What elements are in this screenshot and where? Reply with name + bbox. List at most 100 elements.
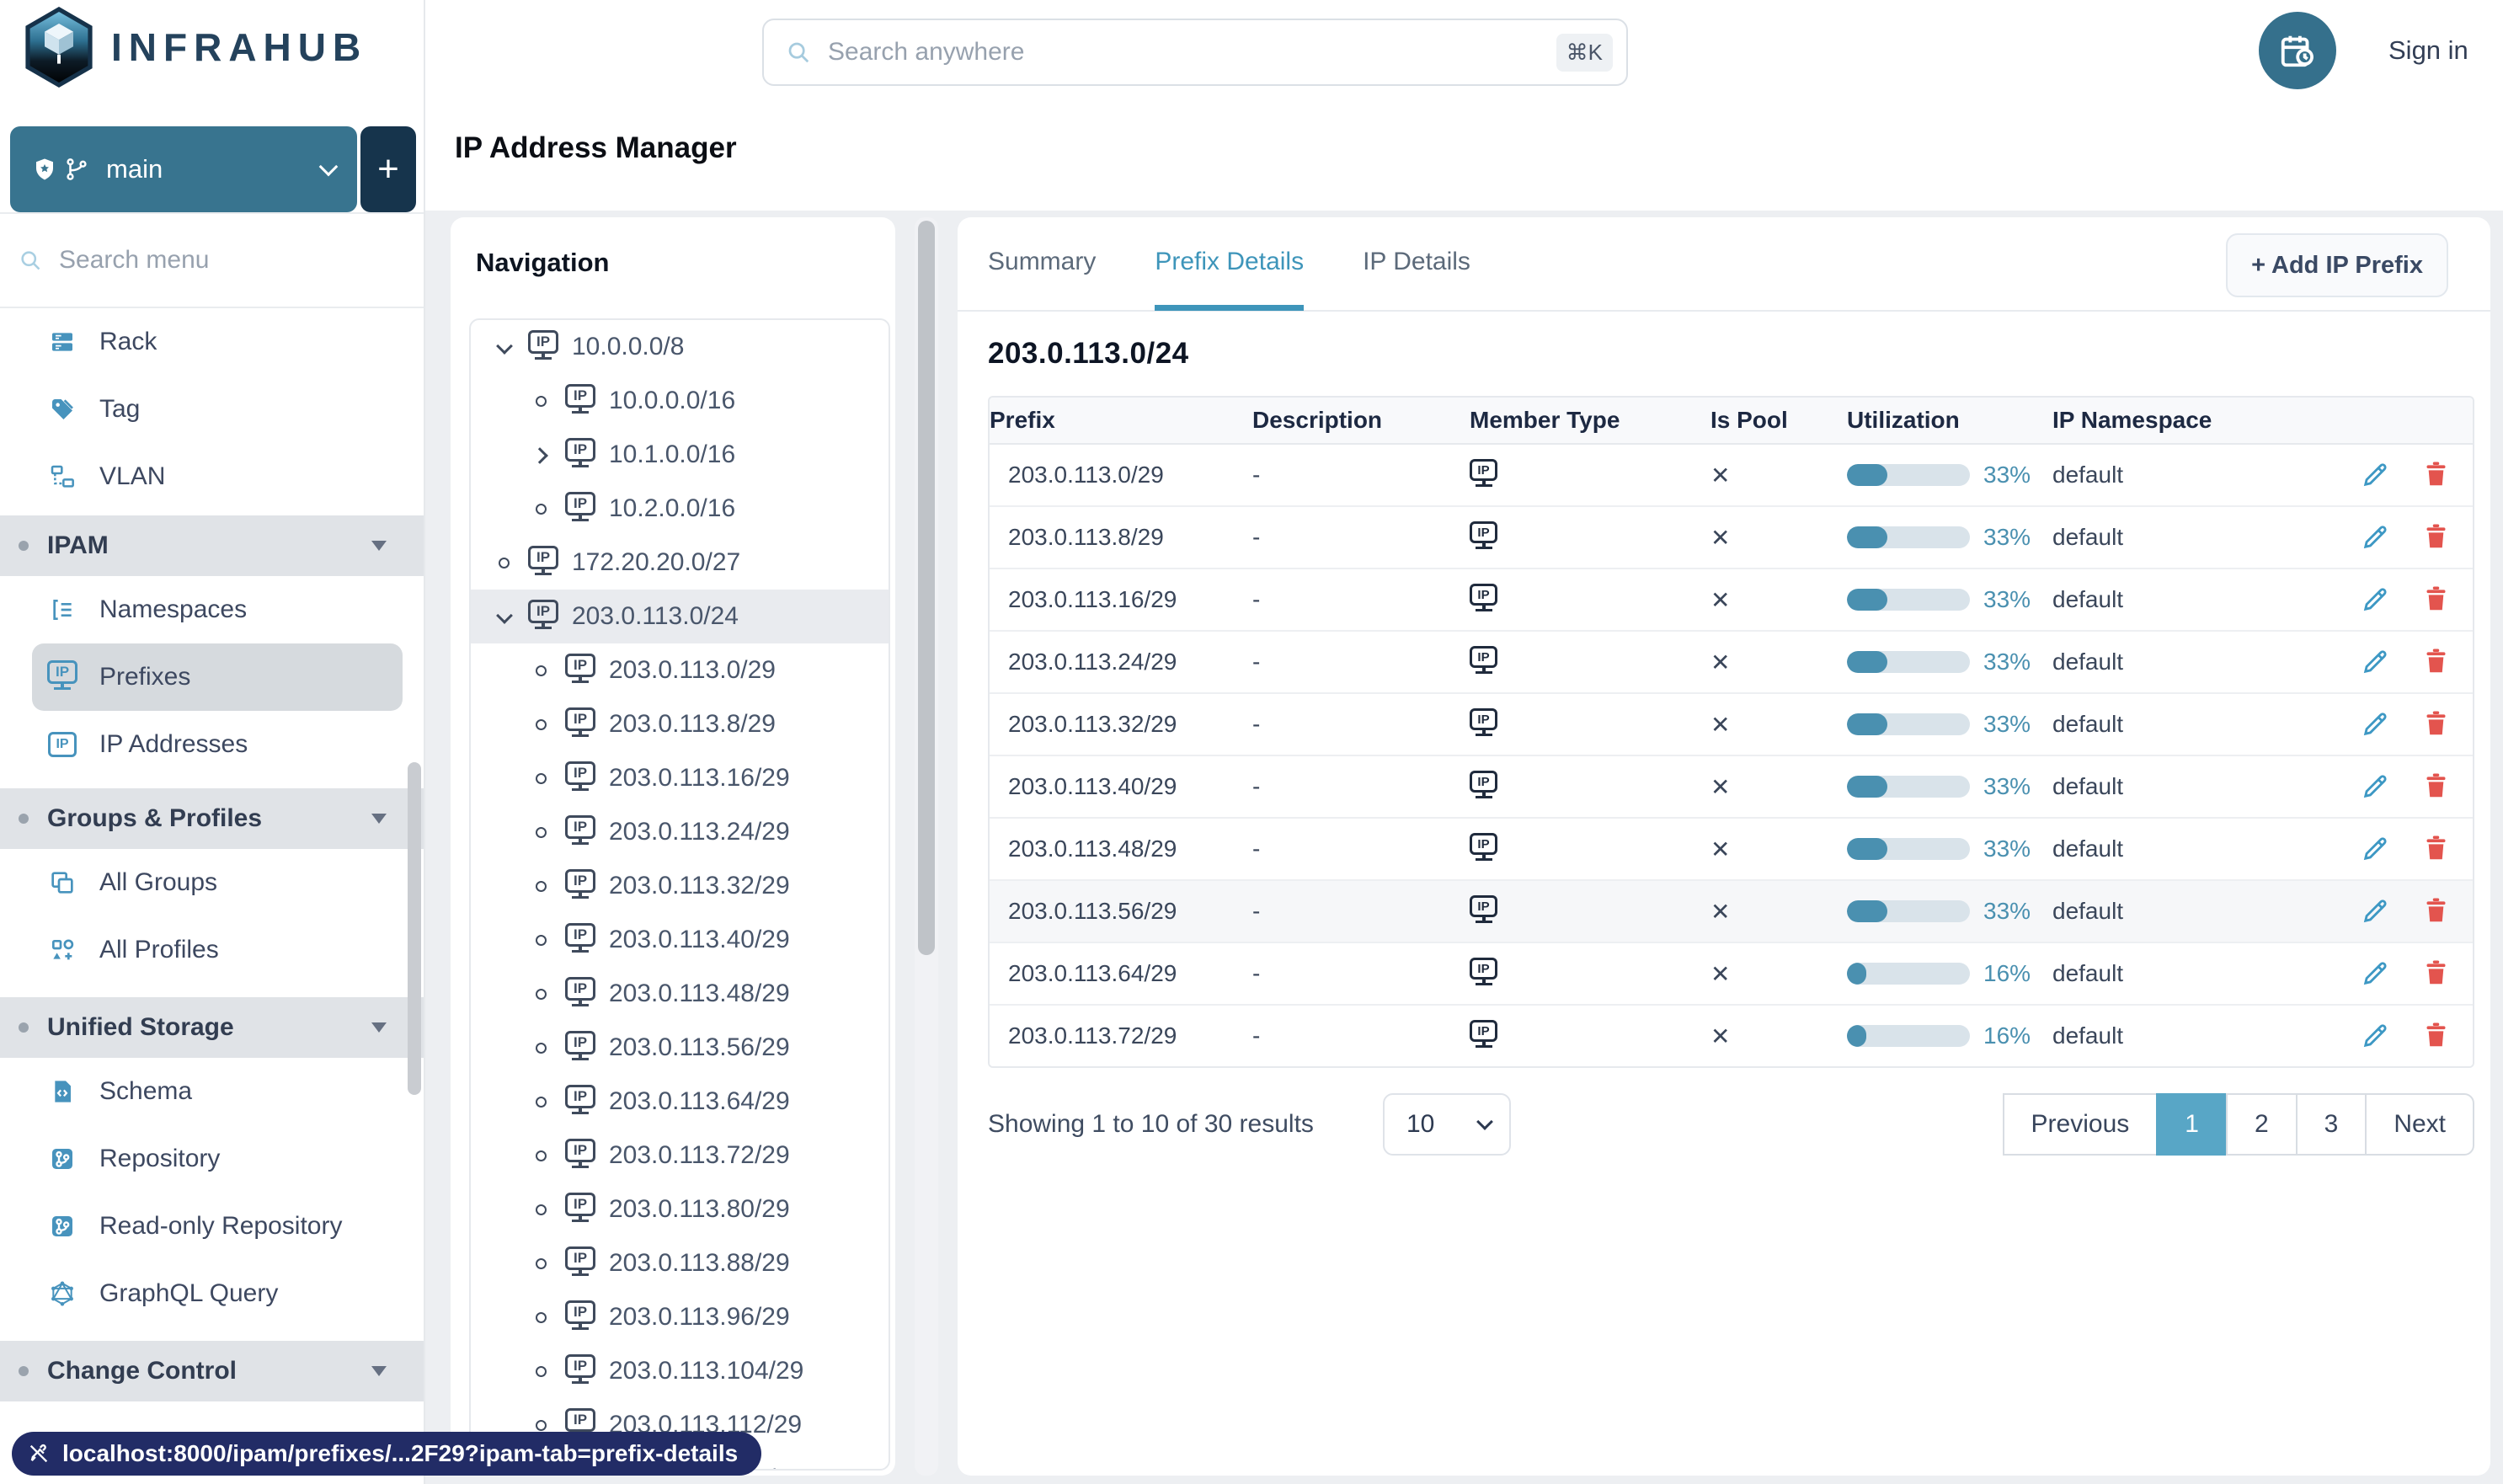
sidebar-section-groups-profiles[interactable]: Groups & Profiles: [0, 788, 424, 849]
cell-prefix[interactable]: 203.0.113.32/29: [990, 711, 1252, 738]
sidebar-section-change-control[interactable]: Change Control: [0, 1341, 424, 1401]
column-header[interactable]: Utilization: [1847, 407, 2052, 434]
sidebar-item-namespaces[interactable]: Namespaces: [0, 576, 424, 643]
tree-marker-icon[interactable]: [530, 713, 552, 735]
tree-marker-icon[interactable]: [530, 390, 552, 412]
tree-marker-icon[interactable]: [530, 659, 552, 681]
edit-button[interactable]: [2360, 958, 2390, 989]
tree-item[interactable]: IP 203.0.113.80/29: [471, 1182, 889, 1236]
tree-item[interactable]: IP 10.0.0.0/16: [471, 374, 889, 428]
cell-prefix[interactable]: 203.0.113.48/29: [990, 835, 1252, 862]
table-row[interactable]: 203.0.113.72/29 - IP ✕ 16% default: [990, 1006, 2473, 1066]
tree-item[interactable]: IP 203.0.113.40/29: [471, 913, 889, 967]
global-search-input[interactable]: [826, 37, 1541, 67]
edit-button[interactable]: [2360, 585, 2390, 615]
tree-marker-icon[interactable]: [530, 1198, 552, 1220]
tree-marker-icon[interactable]: [530, 983, 552, 1005]
tree-marker-icon[interactable]: [530, 1037, 552, 1059]
tree-item[interactable]: IP 203.0.113.56/29: [471, 1021, 889, 1075]
delete-button[interactable]: [2422, 460, 2452, 490]
cell-prefix[interactable]: 203.0.113.8/29: [990, 524, 1252, 551]
tree-marker-icon[interactable]: [530, 875, 552, 897]
delete-button[interactable]: [2422, 1021, 2452, 1051]
column-header[interactable]: Description: [1252, 407, 1470, 434]
tree-item[interactable]: IP 10.2.0.0/16: [471, 482, 889, 536]
tree-marker-icon[interactable]: [530, 1145, 552, 1166]
delete-button[interactable]: [2422, 522, 2452, 552]
delete-button[interactable]: [2422, 958, 2452, 989]
column-header[interactable]: IP Namespace: [2052, 407, 2338, 434]
cell-prefix[interactable]: 203.0.113.72/29: [990, 1022, 1252, 1049]
delete-button[interactable]: [2422, 771, 2452, 802]
edit-button[interactable]: [2360, 709, 2390, 739]
tree-item[interactable]: IP 203.0.113.72/29: [471, 1129, 889, 1182]
tree-marker-icon[interactable]: [493, 606, 515, 627]
sidebar-item-all-profiles[interactable]: All Profiles: [0, 916, 424, 984]
add-ip-prefix-button[interactable]: + Add IP Prefix: [2226, 233, 2448, 297]
tree-item[interactable]: IP 203.0.113.96/29: [471, 1290, 889, 1344]
tree-item[interactable]: IP 203.0.113.0/29: [471, 643, 889, 697]
delete-button[interactable]: [2422, 896, 2452, 926]
column-header[interactable]: Prefix: [990, 407, 1252, 434]
tree-marker-icon[interactable]: [530, 1306, 552, 1328]
tree-item[interactable]: IP 203.0.113.32/29: [471, 859, 889, 913]
sidebar-item-prefixes[interactable]: IP Prefixes: [32, 643, 403, 711]
page-button[interactable]: 1: [2156, 1093, 2228, 1156]
delete-button[interactable]: [2422, 834, 2452, 864]
tree-item[interactable]: IP 203.0.113.24/29: [471, 805, 889, 859]
time-travel-button[interactable]: [2259, 12, 2336, 89]
tree-scrollbar-thumb[interactable]: [918, 221, 935, 955]
table-row[interactable]: 203.0.113.64/29 - IP ✕ 16% default: [990, 943, 2473, 1006]
edit-button[interactable]: [2360, 460, 2390, 490]
tree-item[interactable]: IP 10.0.0.0/8: [471, 320, 889, 374]
tree-item[interactable]: IP 203.0.113.48/29: [471, 967, 889, 1021]
tree-marker-icon[interactable]: [530, 1360, 552, 1382]
tree-item[interactable]: IP 203.0.113.8/29: [471, 697, 889, 751]
tree-marker-icon[interactable]: [530, 1252, 552, 1274]
tab-prefix-details[interactable]: Prefix Details: [1155, 218, 1305, 311]
table-row[interactable]: 203.0.113.24/29 - IP ✕ 33% default: [990, 632, 2473, 694]
cell-prefix[interactable]: 203.0.113.24/29: [990, 649, 1252, 675]
sidebar-item-readonly-repository[interactable]: Read-only Repository: [0, 1193, 424, 1260]
tree-item[interactable]: IP 172.20.20.0/27: [471, 536, 889, 590]
table-row[interactable]: 203.0.113.8/29 - IP ✕ 33% default: [990, 507, 2473, 569]
sign-in-button[interactable]: Sign in: [2388, 35, 2468, 66]
page-size-select[interactable]: 10: [1383, 1093, 1511, 1156]
table-row[interactable]: 203.0.113.56/29 - IP ✕ 33% default: [990, 881, 2473, 943]
edit-button[interactable]: [2360, 896, 2390, 926]
branch-selector[interactable]: main: [10, 126, 357, 212]
edit-button[interactable]: [2360, 834, 2390, 864]
add-branch-button[interactable]: +: [360, 126, 416, 212]
sidebar-item-repository[interactable]: Repository: [0, 1125, 424, 1193]
tree-marker-icon[interactable]: [530, 821, 552, 843]
tab-ip-details[interactable]: IP Details: [1363, 218, 1470, 311]
tree-item[interactable]: IP 203.0.113.64/29: [471, 1075, 889, 1129]
tab-summary[interactable]: Summary: [988, 218, 1096, 311]
page-button[interactable]: Previous: [2002, 1093, 2159, 1156]
tree-marker-icon[interactable]: [493, 336, 515, 358]
cell-prefix[interactable]: 203.0.113.40/29: [990, 773, 1252, 800]
table-row[interactable]: 203.0.113.16/29 - IP ✕ 33% default: [990, 569, 2473, 632]
delete-button[interactable]: [2422, 647, 2452, 677]
edit-button[interactable]: [2360, 771, 2390, 802]
cell-prefix[interactable]: 203.0.113.56/29: [990, 898, 1252, 925]
menu-search[interactable]: [0, 212, 424, 308]
tree-marker-icon[interactable]: [530, 767, 552, 789]
tree-marker-icon[interactable]: [530, 444, 552, 466]
sidebar-item-graphql-query[interactable]: GraphQL Query: [0, 1260, 424, 1327]
edit-button[interactable]: [2360, 522, 2390, 552]
sidebar-item-all-groups[interactable]: All Groups: [0, 849, 424, 916]
page-button[interactable]: Next: [2365, 1093, 2474, 1156]
tree-item[interactable]: IP 203.0.113.0/24: [471, 590, 889, 643]
tree-marker-icon[interactable]: [530, 1091, 552, 1113]
sidebar-section-unified-storage[interactable]: Unified Storage: [0, 997, 424, 1058]
table-row[interactable]: 203.0.113.32/29 - IP ✕ 33% default: [990, 694, 2473, 756]
sidebar-section-ipam[interactable]: IPAM: [0, 515, 424, 576]
tree-marker-icon[interactable]: [530, 498, 552, 520]
menu-search-input[interactable]: [57, 245, 372, 275]
sidebar-item-tag[interactable]: Tag: [0, 376, 424, 443]
tree-item[interactable]: IP 203.0.113.104/29: [471, 1344, 889, 1398]
page-button[interactable]: 2: [2225, 1093, 2298, 1156]
column-header[interactable]: Is Pool: [1710, 407, 1847, 434]
table-row[interactable]: 203.0.113.40/29 - IP ✕ 33% default: [990, 756, 2473, 819]
